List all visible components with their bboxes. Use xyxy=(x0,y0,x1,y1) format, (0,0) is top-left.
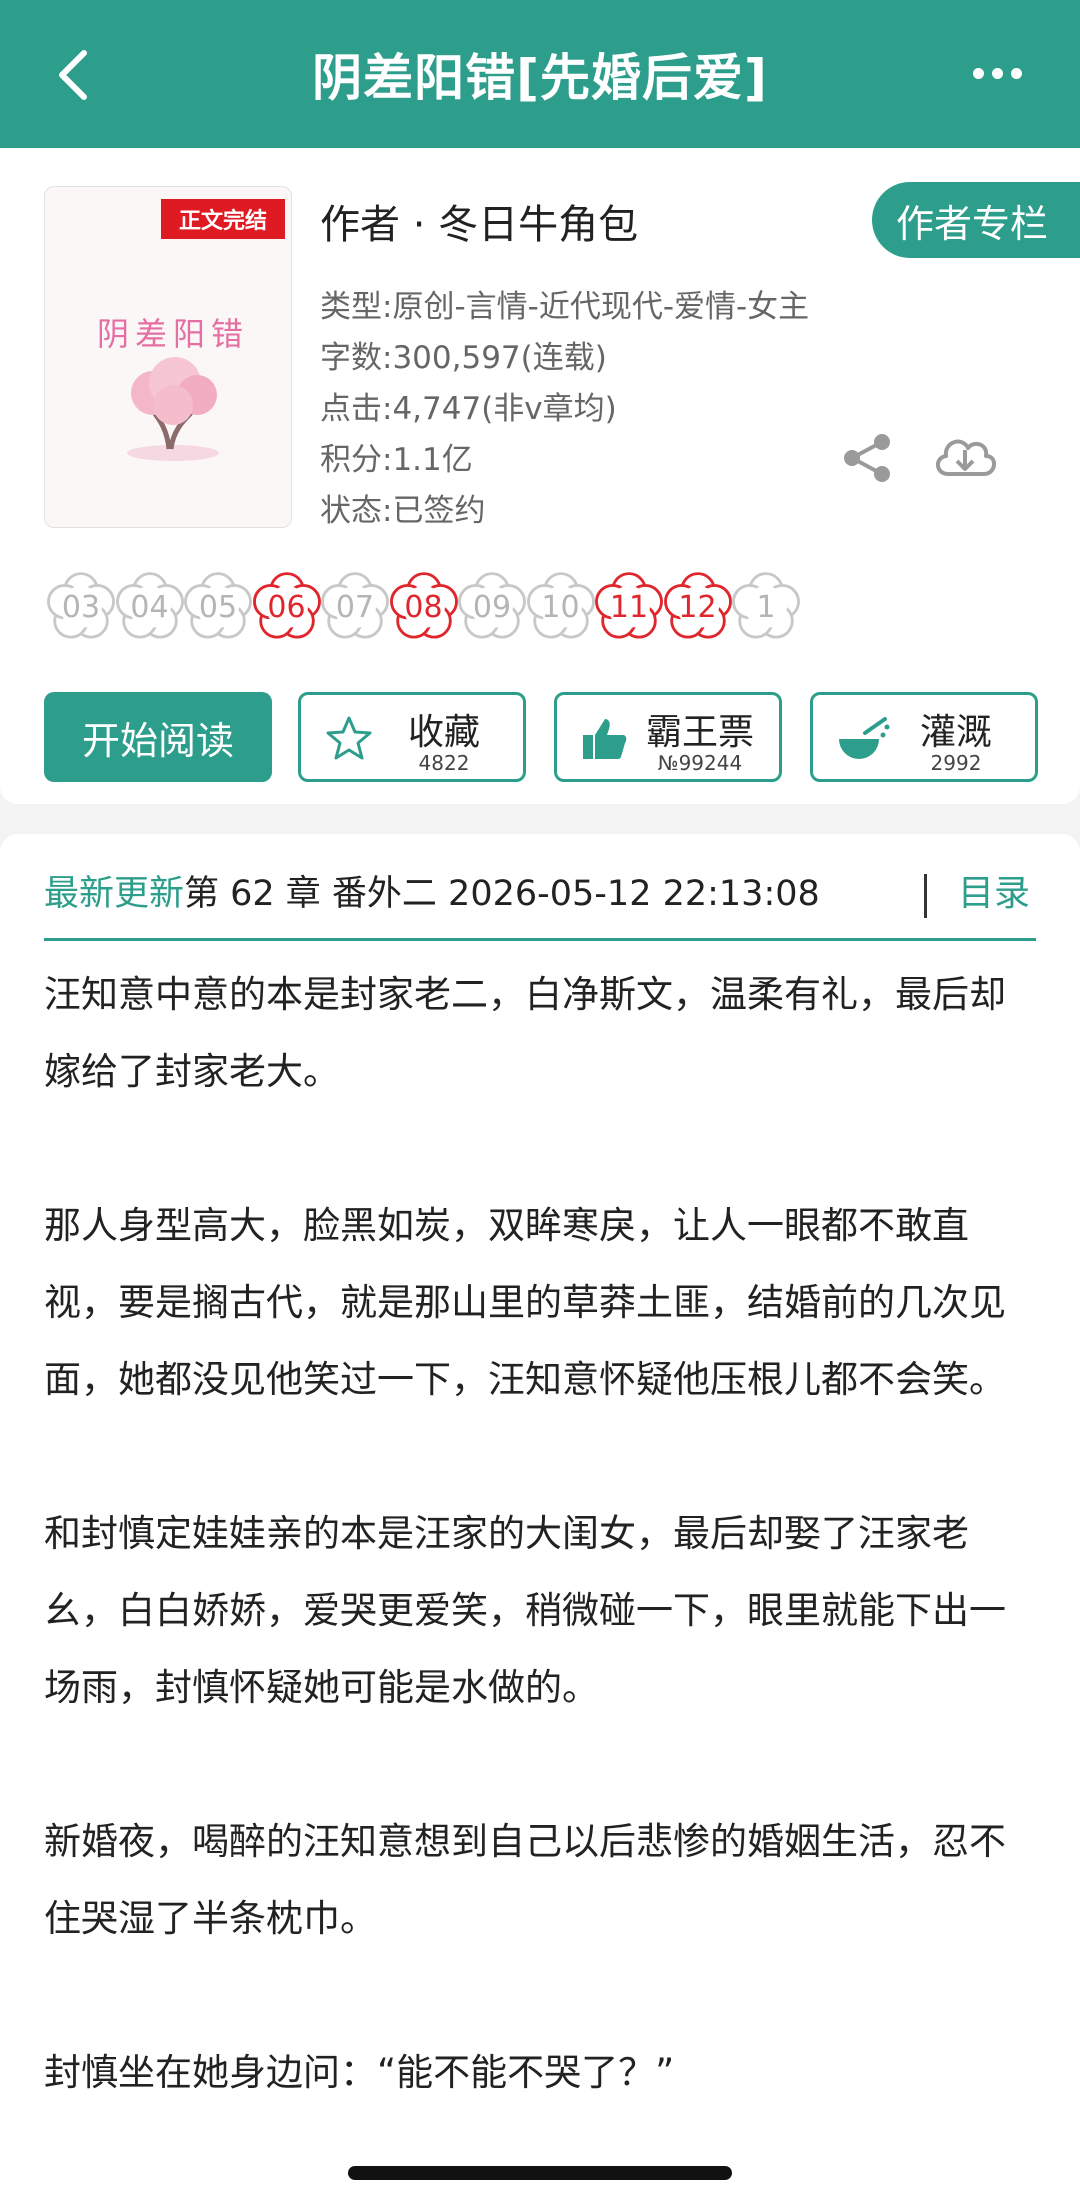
meta-clicks: 点击:4,747(非v章均) xyxy=(320,391,617,427)
meta-word-count: 字数:300,597(连载) xyxy=(320,340,607,376)
favorite-label: 收藏 xyxy=(407,712,480,753)
synopsis: 汪知意中意的本是封家老二，白净斯文，温柔有礼，最后却嫁给了封家老大。 那人身型高… xyxy=(44,956,1036,2188)
more-button[interactable] xyxy=(962,48,1032,98)
synopsis-paragraph: 新婚夜，喝醉的汪知意想到自己以后悲惨的婚姻生活，忍不住哭湿了半条枕巾。 xyxy=(44,1820,1006,1940)
latest-update-row[interactable]: 最新更新第 62 章 番外二 2026-05-12 22:13:08 目录 xyxy=(44,864,1036,924)
month-label: 1 xyxy=(756,589,776,625)
start-reading-button[interactable]: 开始阅读 xyxy=(44,692,272,782)
latest-chapter[interactable]: 第 62 章 番外二 2026-05-12 22:13:08 xyxy=(184,874,820,914)
author-name[interactable]: 作者 · 冬日牛角包 xyxy=(320,192,638,250)
back-button[interactable] xyxy=(44,40,104,110)
cloud-download-icon[interactable] xyxy=(930,426,1000,486)
book-detail-content: 最新更新第 62 章 番外二 2026-05-12 22:13:08 目录 汪知… xyxy=(0,834,1080,2208)
completed-badge: 正文完结 xyxy=(161,199,285,239)
chevron-left-icon xyxy=(59,50,87,100)
synopsis-paragraph: 汪知意中意的本是封家老二，白净斯文，温柔有礼，最后却嫁给了封家老大。 xyxy=(44,973,1006,1093)
more-dot xyxy=(1010,67,1022,79)
favorite-count: 4822 xyxy=(418,751,470,775)
share-icon[interactable] xyxy=(840,430,896,486)
overlord-ticket-button[interactable]: 霸王票 №99244 xyxy=(554,692,782,782)
book-meta: 类型:原创-言情-近代现代-爱情-女主 字数:300,597(连载) 点击:4,… xyxy=(320,282,809,537)
author-column-button[interactable]: 作者专栏 xyxy=(872,182,1080,258)
divider xyxy=(924,874,927,918)
monthly-flower-row: 03 04 05 06 07 08 09 10 11 12 1 xyxy=(40,566,1040,656)
page-title: 阴差阳错[先婚后爱] xyxy=(312,49,768,107)
top-bar: 阴差阳错[先婚后爱] xyxy=(0,0,1080,148)
thumbs-up-icon xyxy=(583,719,627,759)
overlord-ticket-count: №99244 xyxy=(657,751,743,775)
synopsis-paragraph: 那人身型高大，脸黑如炭，双眸寒戾，让人一眼都不敢直视，要是搁古代，就是那山里的草… xyxy=(44,1204,1006,1401)
meta-type: 类型:原创-言情-近代现代-爱情-女主 xyxy=(320,289,810,325)
more-dot xyxy=(991,67,1003,79)
synopsis-paragraph: 和封慎定娃娃亲的本是汪家的大闺女，最后却娶了汪家老幺，白白娇娇，爱哭更爱笑，稍微… xyxy=(44,1512,1006,1709)
irrigate-button[interactable]: 灌溉 2992 xyxy=(810,692,1038,782)
table-of-contents-link[interactable]: 目录 xyxy=(958,864,1030,924)
meta-status: 状态:已签约 xyxy=(320,493,486,529)
star-icon xyxy=(326,716,372,760)
synopsis-paragraph: 封慎坐在她身边问：“能不能不哭了？” xyxy=(44,2051,675,2094)
book-info-card: 正文完结 阴差阳错 作者 · 冬日牛角包 作者专栏 类型:原创-言情-近代现代-… xyxy=(0,148,1080,804)
overlord-ticket-label: 霸王票 xyxy=(645,712,754,753)
irrigate-count: 2992 xyxy=(930,751,982,775)
favorite-button[interactable]: 收藏 4822 xyxy=(298,692,526,782)
more-dots-icon xyxy=(972,67,984,79)
month-flower-1[interactable]: 1 xyxy=(725,566,807,648)
meta-score: 积分:1.1亿 xyxy=(320,442,473,478)
book-cover[interactable]: 正文完结 阴差阳错 xyxy=(44,186,292,528)
home-indicator[interactable] xyxy=(348,2166,732,2180)
divider-line xyxy=(44,938,1036,941)
cherry-tree-illustration xyxy=(127,357,219,461)
irrigate-label: 灌溉 xyxy=(919,712,992,753)
latest-update-label: 最新更新 xyxy=(44,874,185,914)
